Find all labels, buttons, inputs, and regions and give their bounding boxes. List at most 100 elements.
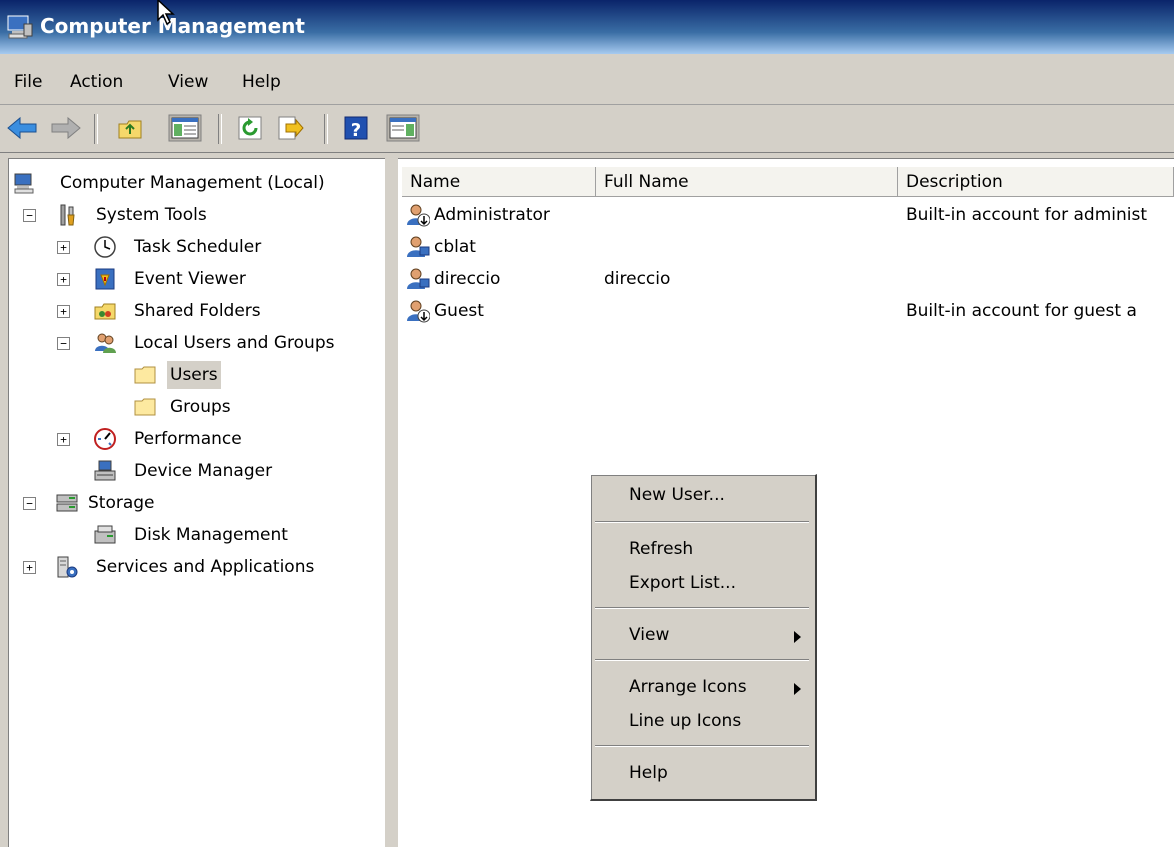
menu-view[interactable]: View: [168, 72, 208, 92]
pane-splitter[interactable]: [386, 154, 396, 846]
tree-item-storage[interactable]: − Storage: [13, 489, 383, 517]
tree-label: Performance: [134, 429, 242, 449]
toolbar-separator: [218, 114, 222, 144]
menu-separator: [595, 745, 809, 747]
tree-item-local-users-groups[interactable]: − Local Users and Groups: [13, 329, 383, 357]
tree-label: Event Viewer: [134, 269, 246, 289]
event-viewer-icon: [95, 268, 115, 290]
toolbar-separator: [324, 114, 328, 144]
disabled-user-icon: [407, 300, 430, 323]
svg-text:?: ?: [351, 120, 361, 141]
tree-item-event-viewer[interactable]: + Event Viewer: [13, 265, 383, 293]
disabled-user-icon: [407, 204, 430, 227]
submenu-arrow-icon: [794, 631, 801, 643]
tree-item-system-tools[interactable]: − System Tools: [13, 201, 383, 229]
menu-separator: [595, 607, 809, 609]
title-bar: Computer Management: [0, 0, 1174, 54]
table-row[interactable]: Administrator Built-in account for admin…: [404, 199, 1174, 231]
menu-bar: File Action View Help: [0, 58, 1174, 105]
menu-item-new-user[interactable]: New User...: [629, 485, 725, 505]
toolbar-separator: [94, 114, 98, 144]
column-header-full-name[interactable]: Full Name: [596, 167, 898, 197]
tree-item-task-scheduler[interactable]: + Task Scheduler: [13, 233, 383, 261]
user-icon: [407, 236, 430, 257]
tree-label: Disk Management: [134, 525, 288, 545]
tree-label: Users: [167, 361, 221, 389]
table-row[interactable]: Guest Built-in account for guest a: [404, 295, 1174, 327]
menu-item-help[interactable]: Help: [629, 763, 668, 783]
show-hide-tree-icon[interactable]: [168, 114, 202, 142]
users-group-icon: [95, 333, 116, 353]
menu-item-line-up-icons[interactable]: Line up Icons: [629, 711, 741, 731]
tools-icon: [60, 204, 75, 226]
tree-label: Device Manager: [134, 461, 273, 481]
expand-icon[interactable]: +: [57, 305, 70, 318]
tree-item-root[interactable]: Computer Management (Local): [13, 169, 383, 197]
forward-arrow-icon[interactable]: [48, 114, 82, 142]
context-menu: New User... Refresh Export List... View …: [590, 474, 817, 801]
tree-label: Task Scheduler: [134, 237, 262, 257]
disk-management-icon: [94, 525, 116, 544]
user-icon: [407, 268, 430, 289]
services-icon: [57, 556, 78, 578]
column-header-description[interactable]: Description: [898, 167, 1174, 197]
tree-label: Computer Management (Local): [60, 173, 325, 193]
user-name: direccio: [434, 269, 501, 289]
tree-item-device-manager[interactable]: Device Manager: [13, 457, 383, 485]
tree-label: Local Users and Groups: [134, 333, 335, 353]
tree-item-services-applications[interactable]: + Services and Applications: [13, 553, 383, 581]
computer-management-icon: [14, 173, 34, 194]
user-name: Guest: [434, 301, 484, 321]
collapse-icon[interactable]: −: [23, 209, 36, 222]
tree-item-groups[interactable]: Groups: [13, 393, 383, 421]
action-pane-icon[interactable]: [386, 114, 420, 142]
menu-help[interactable]: Help: [242, 72, 281, 92]
menu-separator: [595, 521, 809, 523]
tree-item-users[interactable]: Users: [13, 361, 383, 389]
storage-icon: [56, 494, 78, 512]
help-icon[interactable]: ?: [342, 114, 370, 142]
expand-icon[interactable]: +: [57, 273, 70, 286]
column-header-name[interactable]: Name: [402, 167, 596, 197]
tree-label: System Tools: [96, 205, 207, 225]
menu-action[interactable]: Action: [70, 72, 123, 92]
menu-item-export-list[interactable]: Export List...: [629, 573, 736, 593]
menu-separator: [595, 659, 809, 661]
export-list-icon[interactable]: [276, 114, 304, 142]
performance-icon: [94, 428, 116, 450]
tree-label: Groups: [170, 397, 231, 417]
expand-icon[interactable]: +: [57, 433, 70, 446]
clock-icon: [94, 236, 116, 258]
menu-file[interactable]: File: [14, 72, 42, 92]
tree-label: Services and Applications: [96, 557, 315, 577]
menu-item-refresh[interactable]: Refresh: [629, 539, 693, 559]
expand-icon[interactable]: +: [57, 241, 70, 254]
user-description: Built-in account for administ: [906, 205, 1148, 225]
tree-label: Shared Folders: [134, 301, 261, 321]
folder-icon: [134, 398, 156, 416]
folder-icon: [134, 366, 156, 384]
table-row[interactable]: direccio direccio: [404, 263, 1174, 295]
device-manager-icon: [94, 460, 116, 481]
collapse-icon[interactable]: −: [23, 497, 36, 510]
user-full-name: direccio: [604, 269, 671, 289]
user-description: Built-in account for guest a: [906, 301, 1137, 321]
tree-item-shared-folders[interactable]: + Shared Folders: [13, 297, 383, 325]
user-name: Administrator: [434, 205, 550, 225]
tree-label: Storage: [88, 493, 155, 513]
console-tree: Computer Management (Local) − System Too…: [8, 158, 385, 847]
mouse-cursor-icon: [157, 0, 175, 26]
collapse-icon[interactable]: −: [57, 337, 70, 350]
back-arrow-icon[interactable]: [6, 114, 40, 142]
shared-folder-icon: [94, 303, 116, 320]
menu-item-view[interactable]: View: [629, 625, 669, 645]
table-row[interactable]: cblat: [404, 231, 1174, 263]
tree-item-disk-management[interactable]: Disk Management: [13, 521, 383, 549]
user-name: cblat: [434, 237, 476, 257]
expand-icon[interactable]: +: [23, 561, 36, 574]
menu-item-arrange-icons[interactable]: Arrange Icons: [629, 677, 747, 697]
toolbar: ?: [0, 106, 1174, 153]
tree-item-performance[interactable]: + Performance: [13, 425, 383, 453]
up-folder-icon[interactable]: [116, 114, 144, 142]
refresh-icon[interactable]: [236, 114, 264, 142]
